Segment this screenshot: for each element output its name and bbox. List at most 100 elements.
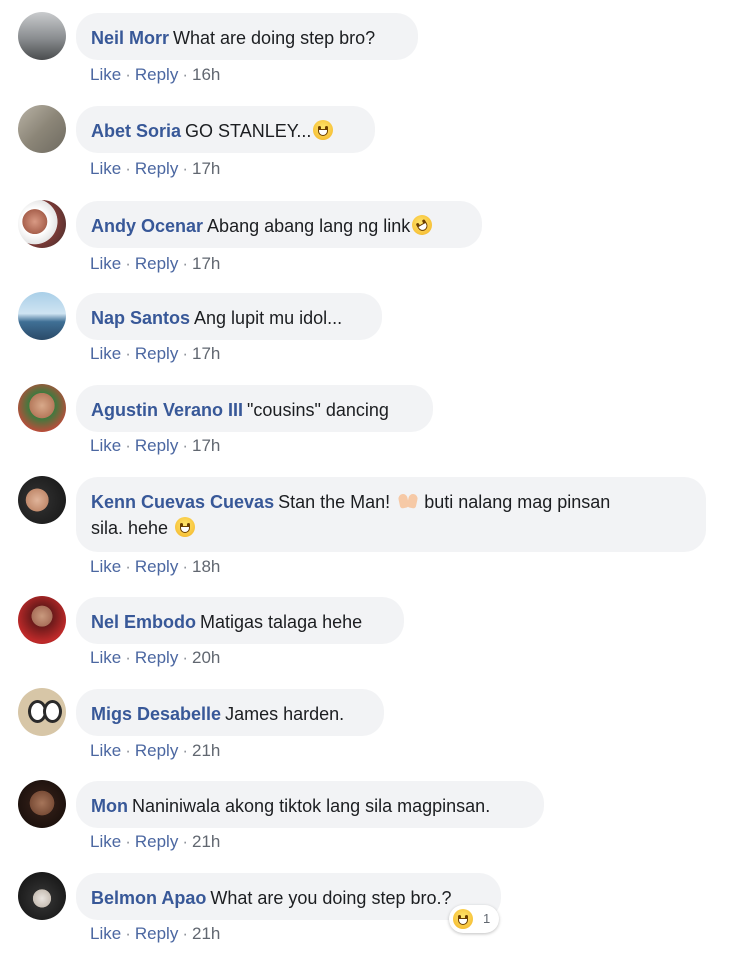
reply-button[interactable]: Reply: [135, 557, 178, 576]
comment-text: James harden.: [225, 704, 345, 724]
comment-actions: Like · Reply · 17h: [90, 159, 220, 179]
like-button[interactable]: Like: [90, 832, 121, 851]
like-button[interactable]: Like: [90, 159, 121, 178]
separator: ·: [125, 648, 131, 667]
avatar[interactable]: [18, 292, 66, 340]
timestamp[interactable]: 18h: [192, 557, 220, 576]
separator: ·: [182, 741, 188, 760]
separator: ·: [182, 648, 188, 667]
separator: ·: [125, 159, 131, 178]
reply-button[interactable]: Reply: [135, 648, 178, 667]
reply-button[interactable]: Reply: [135, 344, 178, 363]
reaction-badge[interactable]: 1: [449, 905, 499, 933]
separator: ·: [125, 741, 131, 760]
separator: ·: [125, 436, 131, 455]
comment-actions: Like · Reply · 17h: [90, 344, 220, 364]
timestamp[interactable]: 17h: [192, 436, 220, 455]
reply-button[interactable]: Reply: [135, 65, 178, 84]
comment-text: What are doing step bro?: [173, 28, 376, 48]
comment-author[interactable]: Nap Santos: [91, 308, 190, 328]
comment-author[interactable]: Abet Soria: [91, 121, 181, 141]
comment-text: Abang abang lang ng link: [207, 216, 411, 236]
comment-text: Ang lupit mu idol...: [194, 308, 343, 328]
comment-actions: Like · Reply · 18h: [90, 557, 220, 577]
like-button[interactable]: Like: [90, 924, 121, 943]
separator: ·: [182, 254, 188, 273]
separator: ·: [182, 436, 188, 455]
timestamp[interactable]: 21h: [192, 924, 220, 943]
comment-author[interactable]: Agustin Verano III: [91, 400, 243, 420]
separator: ·: [125, 344, 131, 363]
avatar[interactable]: [18, 596, 66, 644]
timestamp[interactable]: 17h: [192, 344, 220, 363]
like-button[interactable]: Like: [90, 436, 121, 455]
reply-button[interactable]: Reply: [135, 924, 178, 943]
like-button[interactable]: Like: [90, 65, 121, 84]
comment-text: "cousins" dancing: [247, 400, 389, 420]
comment-actions: Like · Reply · 21h: [90, 924, 220, 944]
comment-author[interactable]: Migs Desabelle: [91, 704, 221, 724]
comment-bubble: Andy Ocenar Abang abang lang ng link: [76, 201, 482, 248]
separator: ·: [182, 924, 188, 943]
separator: ·: [125, 557, 131, 576]
comment-author[interactable]: Mon: [91, 796, 128, 816]
avatar[interactable]: [18, 200, 66, 248]
timestamp[interactable]: 17h: [192, 254, 220, 273]
avatar[interactable]: [18, 105, 66, 153]
like-button[interactable]: Like: [90, 557, 121, 576]
laughing-face-icon: [453, 909, 473, 929]
avatar[interactable]: [18, 872, 66, 920]
separator: ·: [182, 159, 188, 178]
comment-text: GO STANLEY...: [185, 121, 312, 141]
comment-author[interactable]: Neil Morr: [91, 28, 169, 48]
separator: ·: [125, 65, 131, 84]
comment-bubble: Kenn Cuevas Cuevas Stan the Man! buti nal…: [76, 477, 706, 552]
comment-bubble: Migs Desabelle James harden.: [76, 689, 384, 736]
comment-bubble: Belmon Apao What are you doing step bro.?: [76, 873, 501, 920]
avatar[interactable]: [18, 476, 66, 524]
timestamp[interactable]: 17h: [192, 159, 220, 178]
grinning-face-icon: [175, 517, 196, 537]
comment-text: Stan the Man!: [278, 492, 391, 512]
comment-text: sila. hehe: [91, 518, 169, 538]
comment-bubble: Nap Santos Ang lupit mu idol...: [76, 293, 382, 340]
reply-button[interactable]: Reply: [135, 436, 178, 455]
avatar[interactable]: [18, 780, 66, 828]
comment-text: buti nalang mag pinsan: [424, 492, 611, 512]
separator: ·: [182, 557, 188, 576]
like-button[interactable]: Like: [90, 344, 121, 363]
timestamp[interactable]: 21h: [192, 832, 220, 851]
comment-actions: Like · Reply · 17h: [90, 254, 220, 274]
reply-button[interactable]: Reply: [135, 254, 178, 273]
comment-actions: Like · Reply · 20h: [90, 648, 220, 668]
timestamp[interactable]: 20h: [192, 648, 220, 667]
like-button[interactable]: Like: [90, 741, 121, 760]
comment-bubble: Abet Soria GO STANLEY...: [76, 106, 375, 153]
separator: ·: [125, 924, 131, 943]
raising-hands-icon: [397, 492, 419, 510]
comment-actions: Like · Reply · 21h: [90, 741, 220, 761]
comment-bubble: Agustin Verano III "cousins" dancing: [76, 385, 433, 432]
separator: ·: [125, 254, 131, 273]
avatar[interactable]: [18, 688, 66, 736]
comment-bubble: Nel Embodo Matigas talaga hehe: [76, 597, 404, 644]
like-button[interactable]: Like: [90, 254, 121, 273]
comment-bubble: Mon Naniniwala akong tiktok lang sila mag…: [76, 781, 544, 828]
comment-author[interactable]: Nel Embodo: [91, 612, 196, 632]
reply-button[interactable]: Reply: [135, 159, 178, 178]
like-button[interactable]: Like: [90, 648, 121, 667]
reply-button[interactable]: Reply: [135, 832, 178, 851]
comment-author[interactable]: Belmon Apao: [91, 888, 206, 908]
comment-bubble: Neil Morr What are doing step bro?: [76, 13, 418, 60]
avatar[interactable]: [18, 12, 66, 60]
comment-author[interactable]: Kenn Cuevas Cuevas: [91, 492, 274, 512]
timestamp[interactable]: 21h: [192, 741, 220, 760]
reaction-count: 1: [483, 911, 491, 926]
timestamp[interactable]: 16h: [192, 65, 220, 84]
comment-actions: Like · Reply · 17h: [90, 436, 220, 456]
comment-actions: Like · Reply · 16h: [90, 65, 220, 85]
avatar[interactable]: [18, 384, 66, 432]
reply-button[interactable]: Reply: [135, 741, 178, 760]
comment-author[interactable]: Andy Ocenar: [91, 216, 203, 236]
separator: ·: [182, 344, 188, 363]
